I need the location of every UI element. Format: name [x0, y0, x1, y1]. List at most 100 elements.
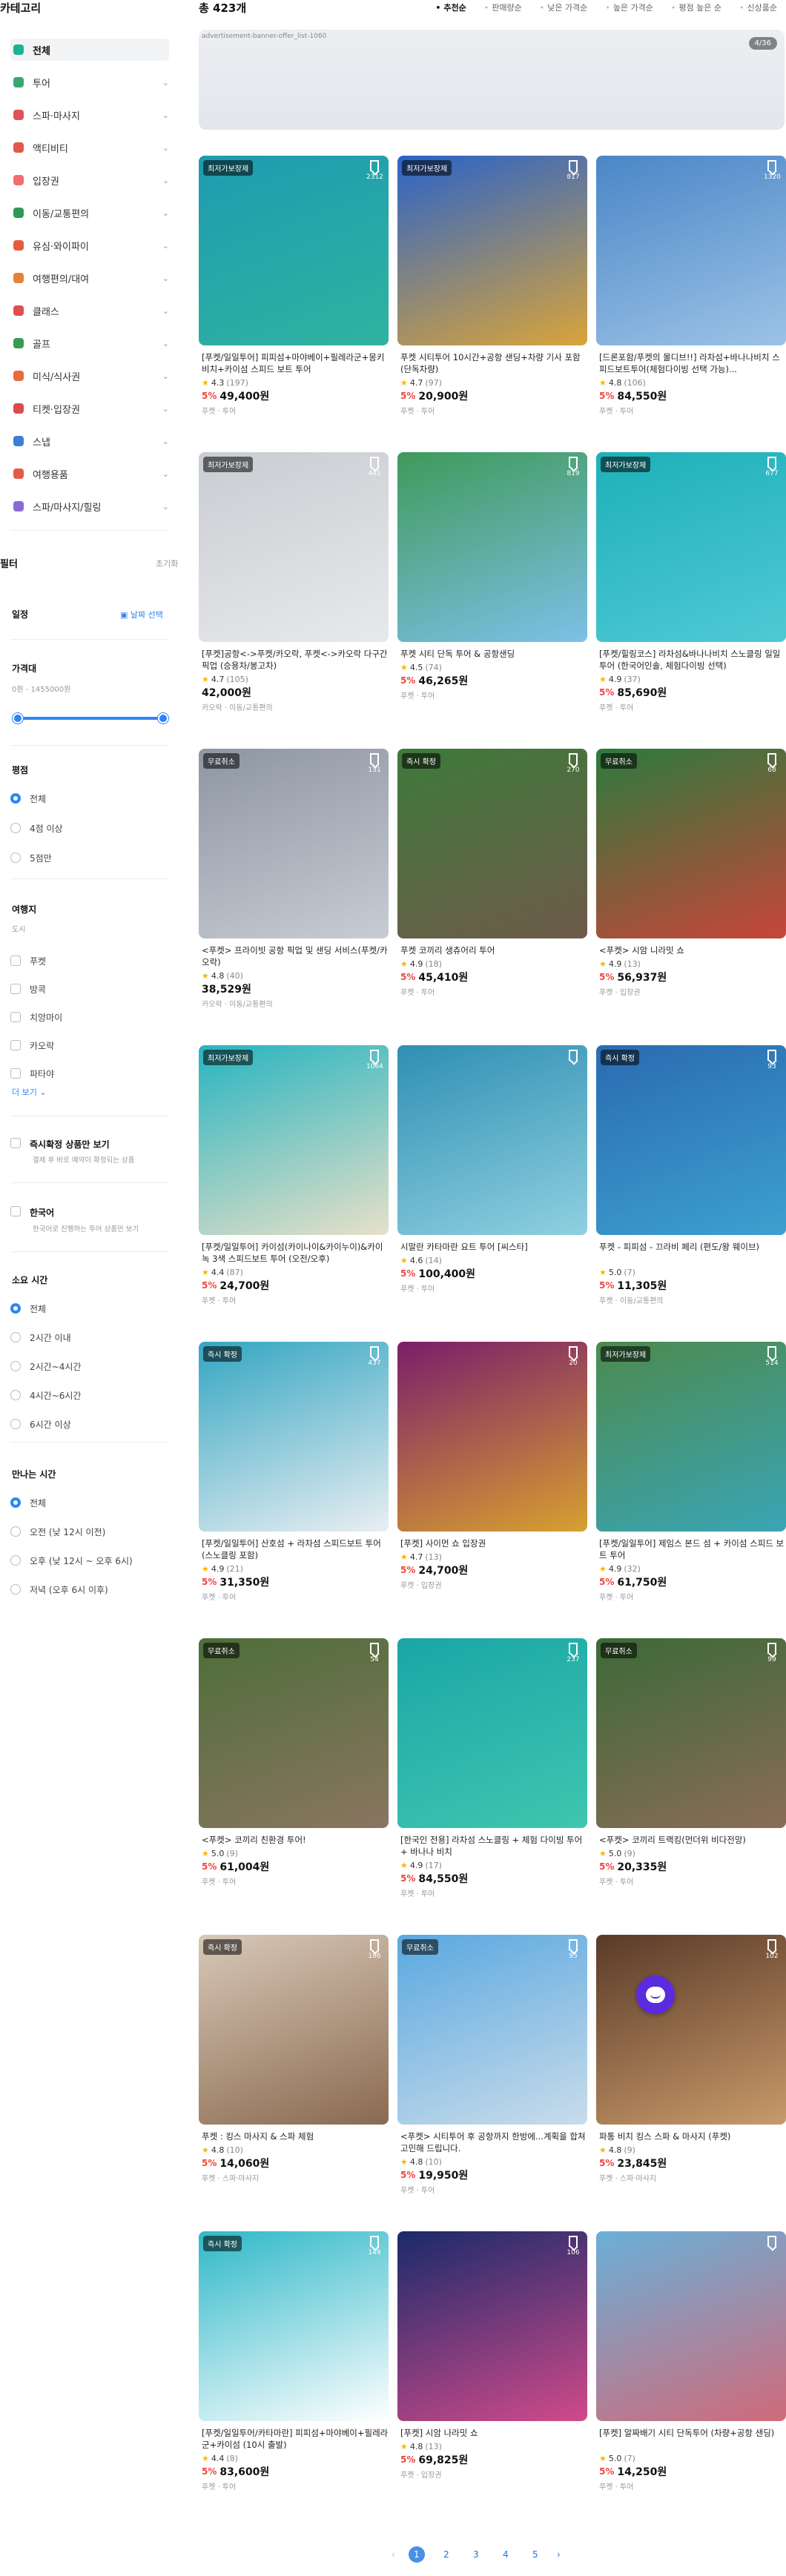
radio-button[interactable] — [10, 1332, 21, 1342]
bookmark-button[interactable]: 817 — [565, 160, 581, 181]
product-image[interactable]: 1320 — [596, 156, 786, 345]
product-title[interactable]: <푸켓> 프라이빗 공항 픽업 및 샌딩 서비스(푸켓/카오락) — [202, 944, 389, 968]
product-title[interactable]: <푸켓> 시암 니라밋 쇼 — [599, 944, 786, 956]
next-page-button[interactable]: › — [557, 2549, 561, 2560]
price-slider-min-handle[interactable] — [13, 713, 23, 724]
product-card[interactable]: 무료취소 54 <푸켓> 코끼리 친환경 투어! ★ 5.0 (9) 5% 61,004원 푸켓… — [199, 1638, 389, 1913]
product-title[interactable]: [푸켓] 알짜배기 시티 단독투어 (차량+공항 샌딩) — [599, 2427, 786, 2439]
product-image[interactable] — [397, 1045, 587, 1235]
product-title[interactable]: <푸켓> 코끼리 트랙킹(먼더위 비다전망) — [599, 1834, 786, 1846]
radio-button[interactable] — [10, 1555, 21, 1566]
product-title[interactable]: [드론포함/푸켓의 몰디브!!] 라차섬+바나나비치 스피드보트투어(체험다이빙… — [599, 351, 786, 375]
product-card[interactable]: 최저가보장제 2312 [푸켓/일일투어] 피피섬+마야베이+필레라군+몽키비치+카… — [199, 156, 389, 430]
product-title[interactable]: 시말란 카타마란 요트 투어 [씨스타] — [400, 1241, 587, 1253]
product-title[interactable]: <푸켓> 코끼리 친환경 투어! — [202, 1834, 389, 1846]
product-title[interactable]: [푸켓/일일투어] 산호섬 + 라차섬 스피드보트 투어 (스노클링 포함) — [202, 1537, 389, 1561]
bookmark-button[interactable]: 54 — [366, 1643, 383, 1663]
product-title[interactable]: 파통 비치 킹스 스파 & 마사지 (푸켓) — [599, 2130, 786, 2142]
category-item[interactable]: 전체 — [10, 39, 169, 61]
product-image[interactable]: 즉시 확정 437 — [199, 1342, 389, 1532]
product-image[interactable]: 최저가보장제 677 — [596, 452, 786, 642]
product-image[interactable]: 106 — [397, 2231, 587, 2421]
product-card[interactable]: 1320 [드론포함/푸켓의 몰디브!!] 라차섬+바나나비치 스피드보트투어(체… — [596, 156, 786, 430]
product-image[interactable]: 최저가보장제 2312 — [199, 156, 389, 345]
product-title[interactable]: <푸켓> 시티투어 후 공항까지 한방에...계획을 합쳐 고민해 드립니다. — [400, 2130, 587, 2154]
bookmark-button[interactable] — [565, 1050, 581, 1061]
product-card[interactable]: 최저가보장제 817 푸켓 시티투어 10시간+공항 샌딩+차량 기사 포함(단독차… — [397, 156, 587, 430]
product-card[interactable]: 무료취소 68 <푸켓> 시암 니라밋 쇼 ★ 4.9 (13) 5% 56,937원 푸켓 ·… — [596, 749, 786, 1023]
rating-option[interactable]: 4점 이상 — [10, 821, 63, 835]
meet-option[interactable]: 전체 — [10, 1496, 46, 1509]
companion-option[interactable]: 방콕 — [10, 982, 46, 996]
product-image[interactable]: 즉시 확정 149 — [199, 2231, 389, 2421]
sort-option[interactable]: 신상품순 — [739, 1, 777, 13]
product-card[interactable]: 최저가보장제 677 [푸켓/힐링코스] 라차섬&바나나비치 스노클링 일일투어 (… — [596, 452, 786, 726]
checkbox[interactable] — [10, 1040, 21, 1050]
sort-option[interactable]: 평점 높은 순 — [671, 1, 721, 13]
bookmark-button[interactable]: 186 — [366, 1939, 383, 1960]
product-card[interactable]: 819 푸켓 시티 단독 투어 & 공항샌딩 ★ 4.5 (74) 5% 46,265원 푸켓… — [397, 452, 587, 726]
meet-option[interactable]: 오전 (낮 12시 이전) — [10, 1525, 105, 1538]
page-number[interactable]: 3 — [468, 2546, 484, 2563]
product-image[interactable]: 최저가보장제 817 — [397, 156, 587, 345]
product-image[interactable]: 20 — [397, 1342, 587, 1532]
product-title[interactable]: [푸켓/일일투어/카타마란] 피피섬+마야베이+필레라군+카이섬 (10시 출발… — [202, 2427, 389, 2451]
product-title[interactable]: [푸켓/일일투어] 피피섬+마야베이+필레라군+몽키비치+카이섬 스피드 보트 … — [202, 351, 389, 375]
bookmark-button[interactable]: 1320 — [764, 160, 781, 181]
page-number[interactable]: 2 — [438, 2546, 455, 2563]
bookmark-button[interactable]: 131 — [366, 753, 383, 774]
bookmark-button[interactable]: 819 — [565, 457, 581, 477]
bookmark-button[interactable]: 437 — [366, 1346, 383, 1367]
duration-option[interactable]: 6시간 이상 — [10, 1417, 71, 1431]
product-image[interactable] — [596, 2231, 786, 2421]
radio-button[interactable] — [10, 1526, 21, 1537]
page-number[interactable]: 5 — [527, 2546, 544, 2563]
category-item[interactable]: 스냅 ⌄ — [10, 430, 169, 452]
product-image[interactable]: 즉시 확정 186 — [199, 1935, 389, 2125]
bookmark-button[interactable]: 68 — [764, 753, 780, 774]
sort-option[interactable]: 판매량순 — [484, 1, 521, 13]
product-image[interactable]: 최저가보장제 1064 — [199, 1045, 389, 1235]
duration-option[interactable]: 4시간~6시간 — [10, 1388, 82, 1402]
product-image[interactable]: 237 — [397, 1638, 587, 1828]
bookmark-button[interactable] — [764, 2236, 780, 2247]
bookmark-button[interactable]: 102 — [764, 1939, 780, 1960]
product-title[interactable]: [푸켓/힐링코스] 라차섬&바나나비치 스노클링 일일투어 (한국어인솔, 체험… — [599, 648, 786, 672]
product-image[interactable]: 최저가보장제 514 — [596, 1342, 786, 1532]
bookmark-button[interactable]: 149 — [366, 2236, 383, 2257]
product-card[interactable]: 20 [푸켓] 사이먼 쇼 입장권 ★ 4.7 (13) 5% 24,700원 푸켓 · 입장… — [397, 1342, 587, 1616]
product-image[interactable]: 최저가보장제 441 — [199, 452, 389, 642]
radio-button[interactable] — [10, 793, 21, 804]
radio-button[interactable] — [10, 1584, 21, 1595]
product-title[interactable]: [한국인 전용] 라차섬 스노클링 + 체험 다이빙 투어 + 바나나 비치 — [400, 1834, 587, 1858]
product-image[interactable]: 즉시 확정 93 — [596, 1045, 786, 1235]
product-image[interactable]: 819 — [397, 452, 587, 642]
product-card[interactable]: 최저가보장제 1064 [푸켓/일일투어] 카이섬(카이나이&카이누이)&카이녹 3… — [199, 1045, 389, 1320]
product-card[interactable]: 최저가보장제 514 [푸켓/일일투어] 제임스 본드 섬 + 카이섬 스피드 보트… — [596, 1342, 786, 1616]
category-item[interactable]: 이동/교통편의 ⌄ — [10, 202, 169, 224]
product-card[interactable]: 즉시 확정 93 푸켓 - 피피섬 - 끄라비 페리 (편도/왕 웨이브) ★ 5.0(… — [596, 1045, 786, 1320]
checkbox[interactable] — [10, 1012, 21, 1022]
radio-button[interactable] — [10, 852, 21, 863]
bookmark-button[interactable]: 106 — [565, 2236, 581, 2257]
page-number[interactable]: 1 — [408, 2546, 425, 2563]
radio-button[interactable] — [10, 823, 21, 833]
instant-confirm-checkbox[interactable] — [10, 1138, 21, 1148]
bookmark-button[interactable]: 514 — [764, 1346, 780, 1367]
date-select-button[interactable]: ▣ 날짜 선택 — [120, 609, 163, 620]
product-card[interactable]: 무료취소 131 <푸켓> 프라이빗 공항 픽업 및 샌딩 서비스(푸켓/카오락) ★… — [199, 749, 389, 1023]
radio-button[interactable] — [10, 1361, 21, 1371]
checkbox[interactable] — [10, 1068, 21, 1079]
companion-option[interactable]: 푸켓 — [10, 954, 46, 967]
bookmark-button[interactable]: 677 — [764, 457, 780, 477]
product-card[interactable]: [푸켓] 알짜배기 시티 단독투어 (차량+공항 샌딩) ★ 5.0 (7) 5% 14,… — [596, 2231, 786, 2506]
rating-option[interactable]: 전체 — [10, 792, 46, 805]
product-card[interactable]: 106 [푸켓] 시암 나라밋 쇼 ★ 4.8 (13) 5% 69,825원 푸켓 · 입장… — [397, 2231, 587, 2506]
category-item[interactable]: 투어 ⌄ — [10, 71, 169, 93]
product-card[interactable]: 즉시 확정 437 [푸켓/일일투어] 산호섬 + 라차섬 스피드보트 투어 (스노… — [199, 1342, 389, 1616]
radio-button[interactable] — [10, 1497, 21, 1508]
product-image[interactable]: 즉시 확정 270 — [397, 749, 587, 938]
category-item[interactable]: 미식/식사권 ⌄ — [10, 365, 169, 387]
product-card[interactable]: 최저가보장제 441 [푸켓]공항<->푸켓/카오락, 푸켓<->카오락 다구간 픽… — [199, 452, 389, 726]
bookmark-button[interactable]: 93 — [764, 1050, 780, 1070]
